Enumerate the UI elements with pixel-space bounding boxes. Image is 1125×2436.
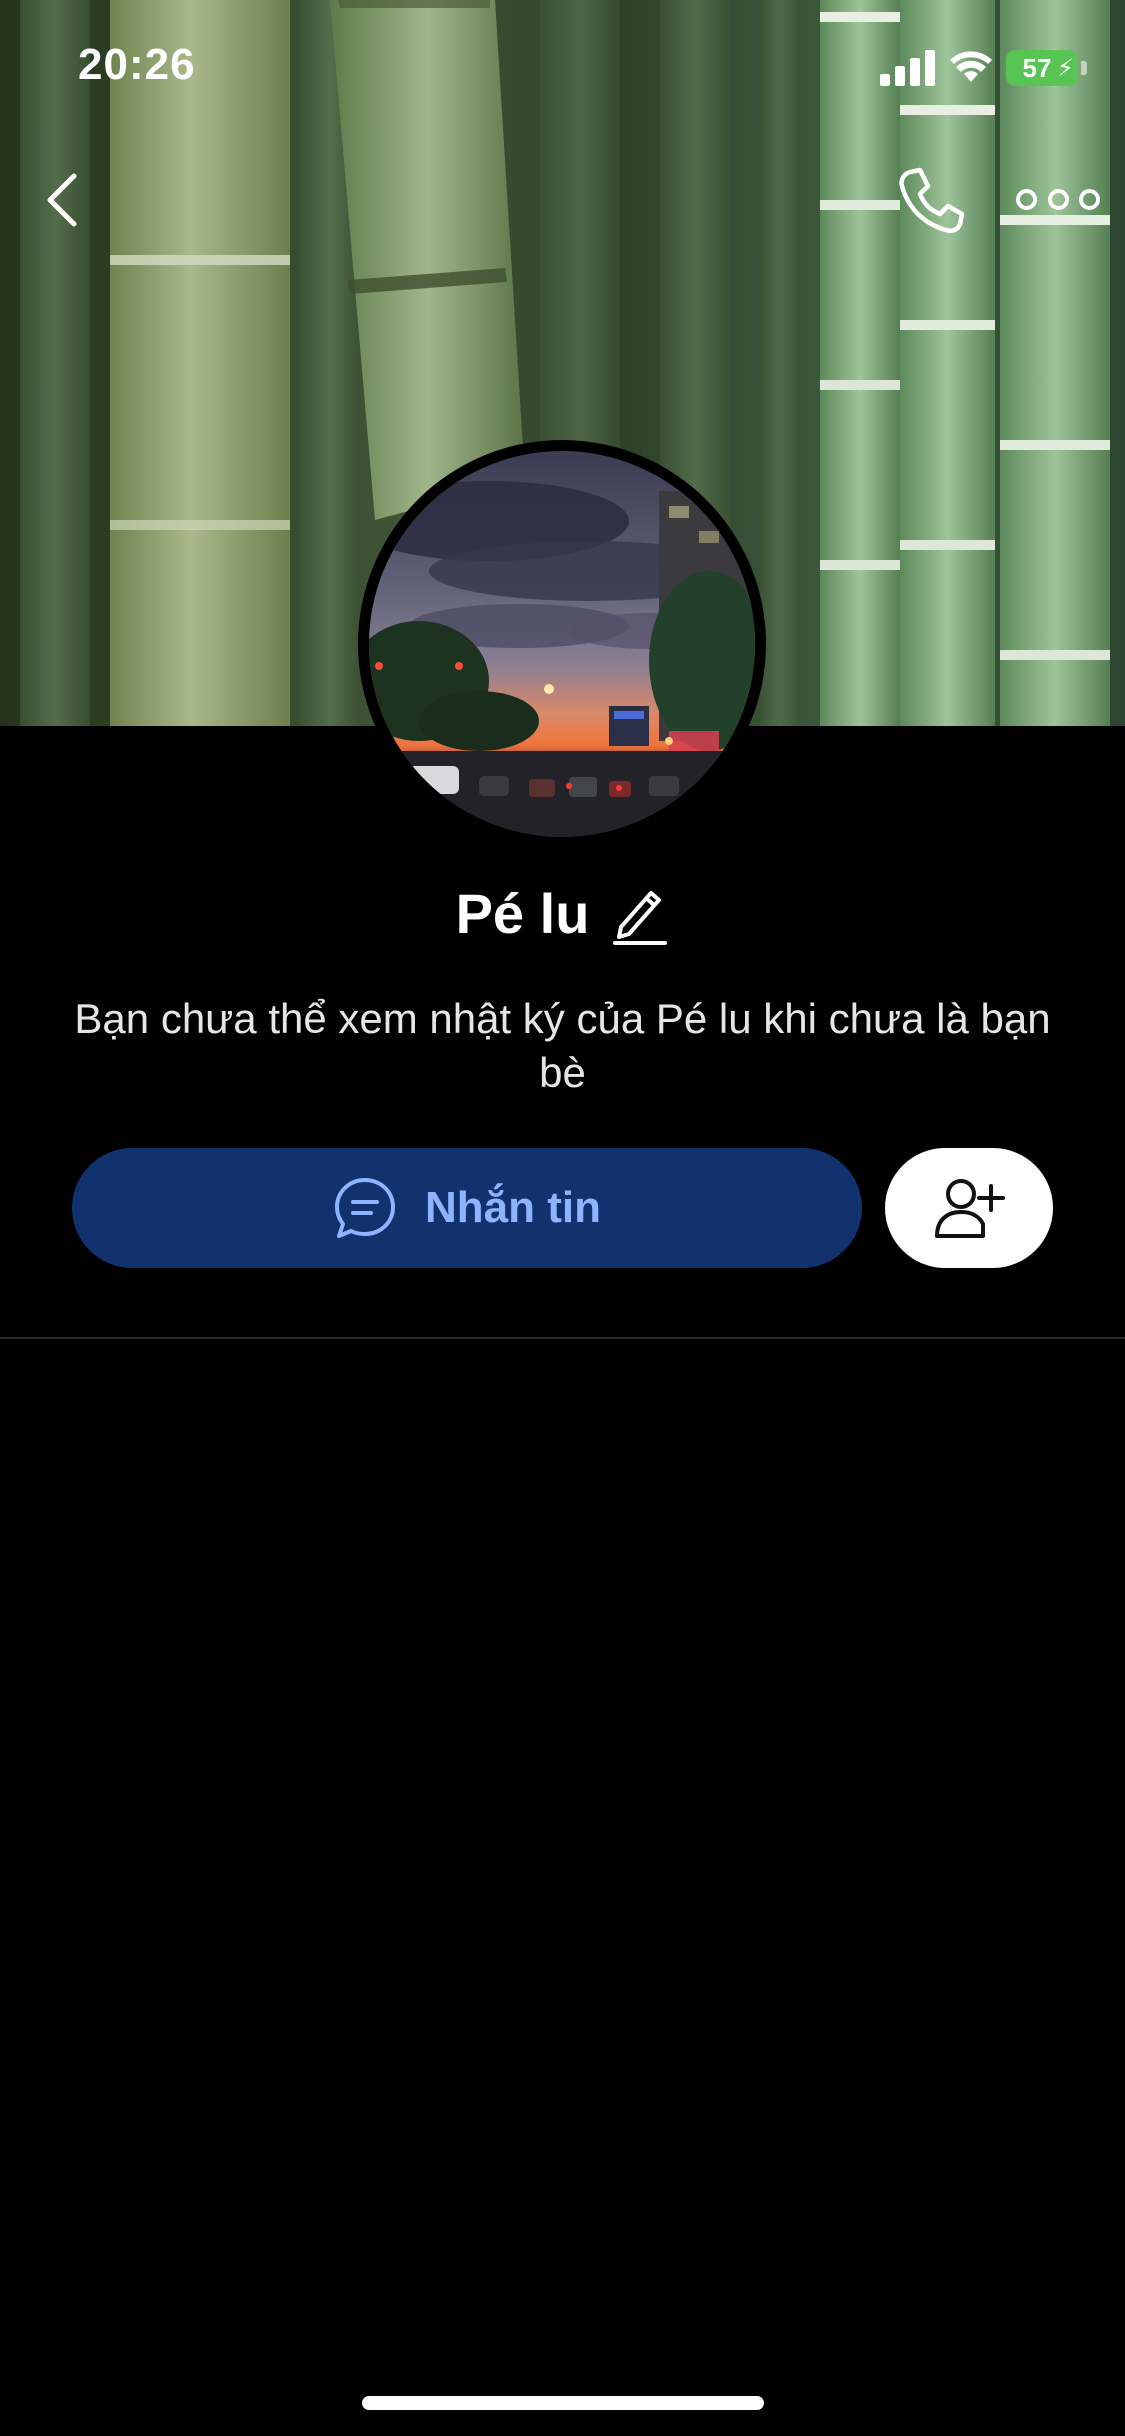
call-button[interactable] bbox=[894, 164, 966, 236]
more-options-button[interactable] bbox=[1016, 176, 1100, 222]
battery-level: 57 bbox=[1022, 52, 1052, 83]
message-button-label: Nhắn tin bbox=[425, 1183, 601, 1232]
more-dot-icon bbox=[1047, 188, 1069, 210]
section-divider bbox=[0, 1337, 1125, 1339]
battery-indicator: 57 ⚡ bbox=[1006, 50, 1078, 86]
home-indicator[interactable] bbox=[362, 2396, 764, 2410]
cellular-signal-icon bbox=[880, 50, 935, 86]
chevron-left-icon bbox=[47, 173, 77, 227]
diary-privacy-notice: Bạn chưa thể xem nhật ký của Pé lu khi c… bbox=[74, 995, 1051, 1096]
status-time: 20:26 bbox=[78, 40, 196, 89]
more-dot-icon bbox=[1079, 188, 1100, 210]
message-button[interactable]: Nhắn tin bbox=[72, 1148, 862, 1268]
status-bar: 20:26 57 ⚡ bbox=[0, 0, 1125, 130]
battery-nub bbox=[1081, 61, 1087, 75]
add-friend-button[interactable] bbox=[885, 1148, 1053, 1268]
profile-name-row: Pé lu bbox=[0, 870, 1125, 956]
sunset-street-photo bbox=[369, 451, 755, 837]
avatar[interactable] bbox=[358, 440, 766, 848]
wifi-icon bbox=[950, 51, 992, 82]
pencil-icon[interactable] bbox=[611, 881, 669, 945]
charging-bolt-icon: ⚡ bbox=[1057, 55, 1074, 82]
add-user-icon bbox=[935, 1179, 1005, 1238]
phone-icon bbox=[899, 167, 965, 233]
more-dot-icon bbox=[1016, 188, 1037, 210]
avatar-image bbox=[369, 451, 755, 837]
profile-screen: 20:26 57 ⚡ Pé lu Bạn chưa thể xem nhật k… bbox=[0, 0, 1125, 2436]
back-button[interactable] bbox=[30, 160, 94, 240]
profile-name: Pé lu bbox=[455, 881, 590, 945]
chat-bubble-icon bbox=[335, 1178, 395, 1238]
